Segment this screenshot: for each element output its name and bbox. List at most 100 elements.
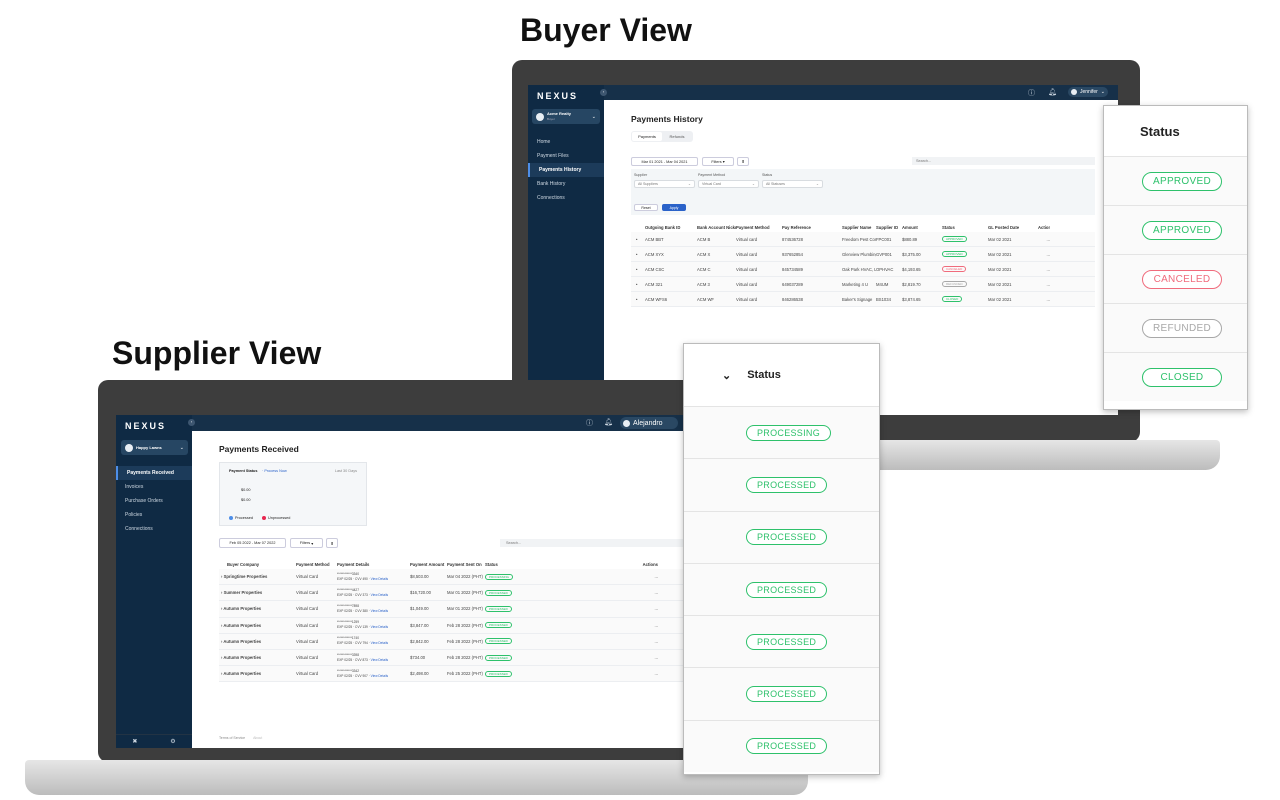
expand-icon[interactable]: •: [631, 297, 645, 302]
filter-select[interactable]: Virtual Card ⌄: [698, 180, 759, 188]
column-header[interactable]: Supplier ID: [876, 225, 902, 230]
table-row[interactable]: • ACM CSC ACM C Virtual card 845734589 Oak Pa…: [631, 262, 1095, 277]
actions-menu[interactable]: ...: [526, 655, 659, 660]
buyer-company[interactable]: › Autumn Properties: [219, 671, 296, 676]
sidebar-item[interactable]: Policies: [116, 508, 192, 522]
collapse-sidebar-button[interactable]: ‹: [188, 419, 195, 426]
table-row[interactable]: › Autumn Properties Virtual Card *********…: [219, 649, 684, 667]
buyer-company[interactable]: › Summer Properties: [219, 590, 296, 595]
table-row[interactable]: • ACM 321 ACM 3 Virtual card 649037289 Market…: [631, 277, 1095, 292]
filters-button[interactable]: Filters ▾: [290, 538, 323, 548]
actions-menu[interactable]: ...: [1038, 297, 1051, 302]
search-input[interactable]: [912, 157, 1095, 165]
org-switcher[interactable]: Happy Lawns ⌄: [121, 440, 188, 455]
table-row[interactable]: › Summer Properties Virtual Card *********…: [219, 585, 684, 602]
sidebar-item[interactable]: Connections: [116, 522, 192, 536]
table-row[interactable]: › Autumn Properties Virtual Card *********…: [219, 633, 684, 650]
view-details-link[interactable]: View Details: [371, 609, 388, 613]
sidebar-item[interactable]: Bank History: [528, 177, 604, 191]
org-switcher[interactable]: Acme Realty Buyer ⌄: [532, 109, 600, 124]
buyer-company[interactable]: › Springtime Properties: [219, 574, 296, 579]
column-header[interactable]: Actions: [526, 562, 658, 567]
table-row[interactable]: • ACM BBT ACM B Virtual card 874536728 Freedo…: [631, 232, 1095, 247]
collapse-sidebar-button[interactable]: ‹: [600, 89, 607, 96]
column-header[interactable]: Buyer Company: [219, 562, 296, 567]
column-header[interactable]: Payment Method: [296, 562, 337, 567]
actions-menu[interactable]: ...: [526, 590, 659, 595]
bell-icon[interactable]: 🔔︎: [1048, 88, 1057, 96]
user-menu[interactable]: Jennifer ⌄: [1068, 87, 1108, 97]
export-button[interactable]: ⬆: [326, 538, 338, 548]
buyer-company[interactable]: › Autumn Properties: [219, 639, 296, 644]
sidebar-item[interactable]: Connections: [528, 191, 604, 205]
actions-menu[interactable]: ...: [1038, 237, 1051, 242]
export-button[interactable]: ⬆: [737, 157, 749, 166]
actions-menu[interactable]: ...: [1038, 252, 1051, 257]
user-menu[interactable]: Alejandro: [620, 417, 678, 429]
view-details-link[interactable]: View Details: [371, 577, 388, 581]
terms-link[interactable]: Terms of Service: [219, 736, 245, 740]
table-row[interactable]: › Autumn Properties Virtual Card *********…: [219, 617, 684, 634]
sidebar-item[interactable]: Payment Files: [528, 149, 604, 163]
sidebar-item[interactable]: Purchase Orders: [116, 494, 192, 508]
view-details-link[interactable]: View Details: [371, 641, 388, 645]
column-header[interactable]: Outgoing Bank ID: [645, 225, 697, 230]
view-details-link[interactable]: View Details: [371, 658, 388, 662]
table-row[interactable]: • ACM XYX ACM X Virtual card 937652854 Glenvi…: [631, 247, 1095, 262]
search-input[interactable]: [500, 539, 686, 547]
column-header[interactable]: Status: [485, 562, 526, 567]
info-icon[interactable]: ⓘ: [586, 418, 593, 428]
expand-icon[interactable]: •: [631, 237, 645, 242]
about-link[interactable]: About: [253, 736, 262, 740]
view-details-link[interactable]: View Details: [371, 593, 388, 597]
chevron-down-icon[interactable]: ⌄: [722, 369, 731, 382]
table-row[interactable]: • ACM WFS6 ACM WF Virtual card 846286538 Bake…: [631, 292, 1095, 307]
table-row[interactable]: › Springtime Properties Virtual Card *****…: [219, 569, 684, 586]
expand-icon[interactable]: •: [631, 252, 645, 257]
tab-refunds[interactable]: Refunds: [662, 132, 692, 141]
filter-select[interactable]: All Statuses ⌄: [762, 180, 823, 188]
actions-menu[interactable]: ...: [1038, 282, 1051, 287]
table-row[interactable]: › Autumn Properties Virtual Card *********…: [219, 601, 684, 618]
reset-button[interactable]: Reset: [634, 204, 658, 211]
actions-menu[interactable]: ...: [526, 574, 659, 579]
column-header[interactable]: Amount: [902, 225, 942, 230]
column-header[interactable]: Payment Amount: [410, 562, 447, 567]
sidebar-item[interactable]: Invoices: [116, 480, 192, 494]
tab-payments[interactable]: Payments: [632, 132, 662, 141]
bell-icon[interactable]: 🔔︎: [604, 418, 613, 426]
buyer-company[interactable]: › Autumn Properties: [219, 623, 296, 628]
gear-icon[interactable]: ⚙: [170, 738, 175, 745]
sidebar-item[interactable]: Home: [528, 135, 604, 149]
column-header[interactable]: Supplier Name: [842, 225, 876, 230]
actions-menu[interactable]: ...: [526, 639, 659, 644]
column-header[interactable]: Actions: [1038, 225, 1050, 230]
filter-select[interactable]: All Suppliers ⌄: [634, 180, 695, 188]
process-now-link[interactable]: · Process Now: [262, 469, 287, 473]
expand-icon[interactable]: •: [631, 267, 645, 272]
info-icon[interactable]: ⓘ: [1028, 88, 1035, 98]
sidebar-item[interactable]: Payments History: [528, 163, 604, 177]
view-details-link[interactable]: View Details: [371, 674, 388, 678]
actions-menu[interactable]: ...: [526, 623, 659, 628]
table-row[interactable]: › Autumn Properties Virtual Card *********…: [219, 666, 684, 683]
buyer-company[interactable]: › Autumn Properties: [219, 606, 296, 611]
date-range-picker[interactable]: Mar 01 2021 - Mar 04 2021: [631, 157, 698, 166]
actions-menu[interactable]: ...: [526, 671, 659, 676]
buyer-company[interactable]: › Autumn Properties: [219, 655, 296, 660]
column-header[interactable]: Payment Details: [337, 562, 410, 567]
column-header[interactable]: GL Posted Date: [988, 225, 1038, 230]
column-header[interactable]: Status: [942, 225, 988, 230]
nexus-icon[interactable]: ✖: [132, 738, 137, 745]
date-range-picker[interactable]: Feb 05 2022 - Mar 07 2022: [219, 538, 286, 548]
view-details-link[interactable]: View Details: [371, 625, 388, 629]
actions-menu[interactable]: ...: [1038, 267, 1051, 272]
column-header[interactable]: Pay Reference: [782, 225, 842, 230]
filters-button[interactable]: Filters ▾: [702, 157, 734, 166]
column-header[interactable]: Bank Account Nickname: [697, 225, 736, 230]
column-header[interactable]: Payment Sent On: [447, 562, 485, 567]
column-header[interactable]: Payment Method: [736, 225, 782, 230]
apply-button[interactable]: Apply: [662, 204, 686, 211]
sidebar-item[interactable]: Payments Received: [116, 466, 192, 480]
expand-icon[interactable]: •: [631, 282, 645, 287]
